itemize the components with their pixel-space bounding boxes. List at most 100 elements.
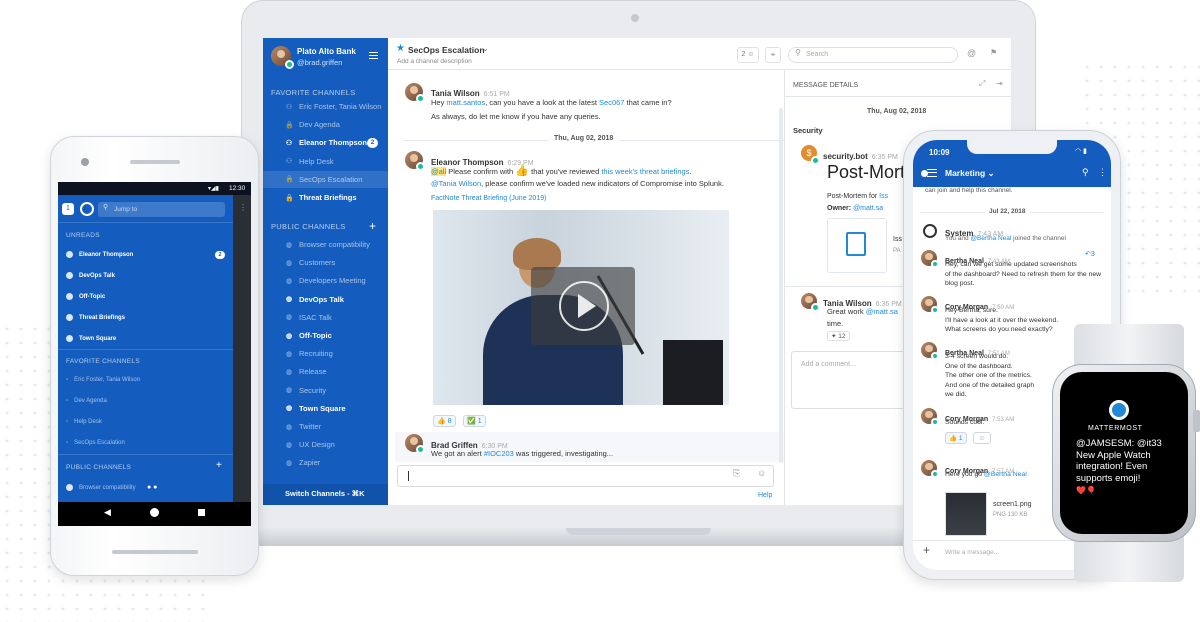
unread-badge: 2 bbox=[367, 138, 378, 149]
sidebar-item[interactable]: ◍ Customers bbox=[285, 258, 335, 267]
issue-link[interactable]: Iss bbox=[879, 193, 888, 200]
sidebar-item[interactable]: ◍ ISAC Talk bbox=[285, 313, 332, 322]
drawer-item[interactable]: Town Square bbox=[66, 335, 116, 342]
mention-link[interactable]: @Bertha Neal bbox=[970, 235, 1011, 242]
sidebar-item[interactable]: ◍ Town Square bbox=[285, 404, 346, 413]
team-name[interactable]: Plato Alto Bank bbox=[297, 47, 356, 56]
reaction-count: 8 bbox=[447, 417, 452, 425]
message-input[interactable]: Write a message... bbox=[945, 549, 999, 556]
hamburger-menu-icon[interactable] bbox=[369, 52, 378, 59]
sidebar-item[interactable]: 🔒 Threat Briefings bbox=[285, 193, 357, 202]
joined-notice: can join and help this channel. bbox=[925, 187, 1013, 194]
reply-count-value: 3 bbox=[1090, 251, 1095, 258]
close-icon[interactable]: ⇥ bbox=[996, 79, 1003, 88]
hamburger-menu-icon[interactable] bbox=[927, 169, 937, 177]
lock-icon: ▫ bbox=[66, 377, 69, 383]
sidebar-item[interactable]: ◍ UX Design bbox=[285, 440, 335, 449]
mention-link[interactable]: @Bertha Neal bbox=[984, 471, 1027, 478]
drawer-item[interactable]: Off-Topic bbox=[66, 293, 105, 300]
at-all-mention[interactable]: @all bbox=[431, 167, 447, 176]
recents-button-icon[interactable] bbox=[198, 509, 205, 516]
mention-link[interactable]: @matt.sa bbox=[853, 205, 883, 212]
message-input[interactable] bbox=[397, 465, 774, 487]
lock-icon: ▫ bbox=[66, 398, 69, 404]
sidebar-item[interactable]: ◍ Off-Topic bbox=[285, 331, 332, 340]
message-link[interactable]: this week's threat briefings bbox=[601, 167, 689, 176]
switch-channels-label[interactable]: Switch Channels - ⌘K bbox=[285, 489, 365, 498]
sidebar-item[interactable]: ◍ Release bbox=[285, 367, 327, 376]
reaction-button[interactable]: 👍 1 bbox=[945, 432, 967, 444]
sidebar-item-label: Security bbox=[299, 385, 327, 395]
emoji-picker-icon[interactable]: ☺ bbox=[757, 468, 766, 478]
sidebar-item-label: Browser compatibility bbox=[299, 240, 370, 249]
sidebar-item[interactable]: 🔒 SecOps Escalation bbox=[285, 175, 362, 184]
sidebar-item[interactable]: ◍ Developers Meeting bbox=[285, 276, 366, 285]
help-link[interactable]: Help bbox=[758, 492, 772, 499]
pin-icon[interactable]: ⌖ bbox=[765, 47, 781, 63]
add-channel-icon[interactable]: + bbox=[369, 219, 376, 233]
member-count-button[interactable]: 2 ☺ bbox=[737, 47, 759, 63]
reply-count[interactable]: ↶3 bbox=[1085, 250, 1095, 258]
reaction-button[interactable]: 👍 8 bbox=[433, 415, 456, 427]
drawer-item[interactable]: DevOps Talk bbox=[66, 272, 115, 279]
rhs-reaction[interactable]: ✦ 12 bbox=[827, 331, 850, 341]
post-text: Hey Bertha, sure. bbox=[945, 307, 998, 314]
chevron-down-icon[interactable]: ⌄ bbox=[482, 44, 489, 53]
attachment-icon[interactable]: ⎘ bbox=[733, 468, 740, 479]
sidebar-item[interactable]: ◍ Security bbox=[285, 386, 326, 395]
sidebar-item[interactable]: ◍ Zapier bbox=[285, 458, 320, 467]
video-thumbnail[interactable] bbox=[433, 210, 729, 405]
digital-crown[interactable] bbox=[1193, 410, 1200, 432]
mention-icon[interactable]: @ bbox=[967, 48, 976, 58]
sidebar-item[interactable]: ⚇ Help Desk bbox=[285, 157, 334, 166]
drawer-item[interactable]: ▫ Dev Agenda bbox=[66, 398, 107, 404]
drawer-item[interactable]: ▫ SecOps Escalation bbox=[66, 440, 125, 446]
channel-description[interactable]: Add a channel description bbox=[397, 58, 472, 65]
sidebar-item[interactable]: ◍ Twitter bbox=[285, 422, 321, 431]
reaction-button[interactable]: ✅ 1 bbox=[463, 415, 486, 427]
sidebar-item[interactable]: ⚇ Eleanor Thompson bbox=[285, 138, 367, 147]
drawer-item[interactable]: ▫ Eric Foster, Tania Wilson bbox=[66, 377, 140, 383]
drawer-item[interactable]: ▫ Help Desk bbox=[66, 419, 102, 425]
message-link[interactable]: Sec067 bbox=[599, 98, 624, 107]
bot-name[interactable]: security.bot bbox=[823, 152, 868, 161]
drawer-item[interactable]: Browser compatibility bbox=[66, 484, 136, 491]
globe-icon: ◍ bbox=[285, 296, 293, 304]
favorite-star-icon[interactable]: ★ bbox=[396, 43, 405, 54]
sidebar-item[interactable]: ⚇ Eric Foster, Tania Wilson bbox=[285, 102, 382, 111]
sidebar-item[interactable]: ◍ Recruiting bbox=[285, 349, 333, 358]
home-button-icon[interactable] bbox=[150, 508, 159, 517]
mention-link[interactable]: @Tania Wilson bbox=[431, 179, 481, 188]
search-icon[interactable]: ⚲ bbox=[1082, 167, 1089, 178]
watch-message: @JAMSESM: @it33 New Apple Watch integrat… bbox=[1076, 438, 1162, 484]
overflow-menu-icon[interactable]: ⋮ bbox=[239, 203, 247, 212]
sidebar-item[interactable]: 🔒 Dev Agenda bbox=[285, 120, 340, 129]
add-channel-icon[interactable]: + bbox=[216, 460, 222, 471]
online-status-icon bbox=[416, 162, 425, 171]
mattermost-logo-icon[interactable] bbox=[80, 202, 94, 216]
file-name[interactable]: screen1.png bbox=[993, 501, 1032, 508]
channel-name[interactable]: SecOps Escalation bbox=[408, 45, 485, 55]
more-icon[interactable]: ⋮ bbox=[1098, 167, 1107, 178]
expand-icon[interactable]: ⤢ bbox=[979, 79, 985, 89]
globe-icon: ◍ bbox=[285, 314, 293, 322]
attachment-title[interactable]: FactNote Threat Briefing (June 2019) bbox=[431, 195, 546, 202]
back-button-icon[interactable]: ◀ bbox=[104, 507, 111, 518]
flag-icon[interactable]: ⚑ bbox=[990, 48, 997, 57]
drawer-item[interactable]: Threat Briefings bbox=[66, 314, 125, 321]
sidebar-item[interactable]: ◍ Browser compatibility bbox=[285, 240, 370, 249]
timestamp[interactable]: 6:35 PM bbox=[872, 154, 898, 161]
hashtag-link[interactable]: #IOC203 bbox=[484, 449, 514, 458]
scrollbar[interactable] bbox=[779, 108, 783, 463]
mention-link[interactable]: matt.santos bbox=[446, 98, 485, 107]
sidebar-item[interactable]: ◍ DevOps Talk bbox=[285, 295, 344, 304]
file-thumbnail[interactable] bbox=[945, 492, 987, 536]
play-triangle-icon bbox=[578, 294, 596, 318]
add-attachment-icon[interactable]: + bbox=[923, 543, 930, 557]
add-reaction-icon[interactable]: ☺ bbox=[973, 432, 991, 444]
date-separator: Thu, Aug 02, 2018 bbox=[548, 135, 620, 142]
mention-link[interactable]: @matt.sa bbox=[866, 307, 898, 316]
drawer-item[interactable]: Eleanor Thompson bbox=[66, 251, 133, 258]
team-icon[interactable]: 1 bbox=[62, 203, 74, 215]
channel-title[interactable]: Marketing ⌄ bbox=[945, 168, 995, 179]
